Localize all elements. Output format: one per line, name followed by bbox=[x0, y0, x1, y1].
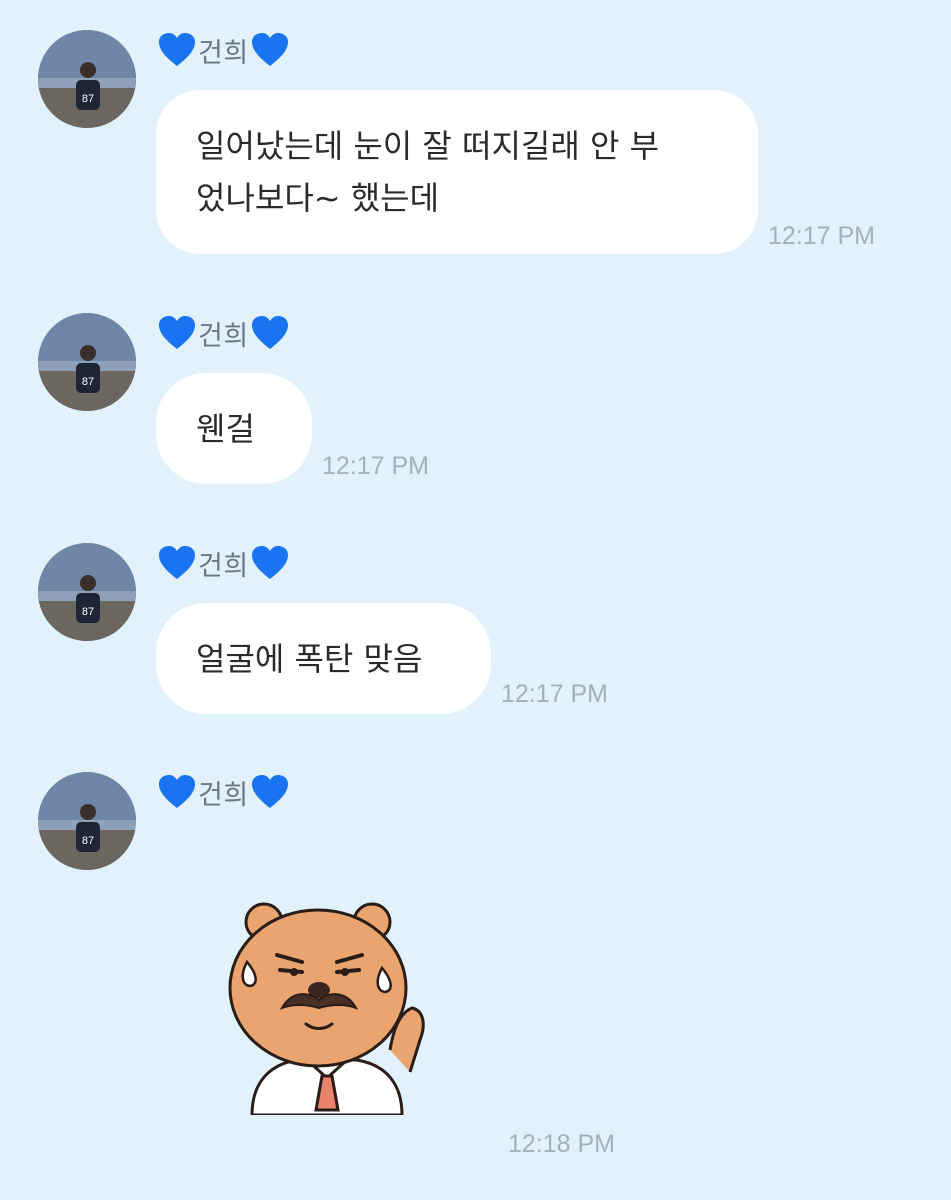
blue-heart-icon bbox=[158, 774, 196, 810]
message-time: 12:17 PM bbox=[768, 222, 876, 250]
sender-name: 건희 bbox=[198, 779, 249, 811]
blue-heart-icon bbox=[158, 32, 196, 68]
avatar-photo: 87 bbox=[38, 30, 136, 128]
svg-text:87: 87 bbox=[82, 93, 94, 105]
message-time: 12:18 PM bbox=[508, 1130, 616, 1158]
blue-heart-icon bbox=[158, 315, 196, 351]
svg-text:87: 87 bbox=[82, 606, 94, 618]
blue-heart-icon bbox=[251, 315, 289, 351]
blue-heart-icon bbox=[251, 32, 289, 68]
avatar-photo: 87 bbox=[38, 543, 136, 641]
svg-text:87: 87 bbox=[82, 376, 94, 388]
bear-mustache-sweat-sticker[interactable] bbox=[222, 900, 432, 1117]
sender-avatar[interactable]: 87 bbox=[38, 543, 136, 641]
sender-name: 건희 bbox=[198, 550, 249, 582]
blue-heart-icon bbox=[158, 545, 196, 581]
sender-name: 건희 bbox=[198, 37, 249, 69]
message-time: 12:17 PM bbox=[322, 452, 430, 480]
blue-heart-icon bbox=[251, 774, 289, 810]
sender-name: 건희 bbox=[198, 320, 249, 352]
avatar-photo: 87 bbox=[38, 313, 136, 411]
sender-avatar[interactable]: 87 bbox=[38, 30, 136, 128]
sender-label: 건희 bbox=[158, 772, 289, 812]
message-bubble[interactable]: 일어났는데 눈이 잘 떠지길래 안 부 었나보다~ 했는데 bbox=[156, 90, 758, 254]
message-bubble[interactable]: 얼굴에 폭탄 맞음 bbox=[156, 603, 491, 714]
sender-label: 건희 bbox=[158, 543, 289, 583]
avatar-photo: 87 bbox=[38, 772, 136, 870]
svg-text:87: 87 bbox=[82, 835, 94, 847]
sender-avatar[interactable]: 87 bbox=[38, 772, 136, 870]
message-bubble[interactable]: 웬걸 bbox=[156, 373, 312, 484]
sender-avatar[interactable]: 87 bbox=[38, 313, 136, 411]
message-time: 12:17 PM bbox=[501, 680, 609, 708]
sender-label: 건희 bbox=[158, 30, 289, 70]
blue-heart-icon bbox=[251, 545, 289, 581]
sender-label: 건희 bbox=[158, 313, 289, 353]
